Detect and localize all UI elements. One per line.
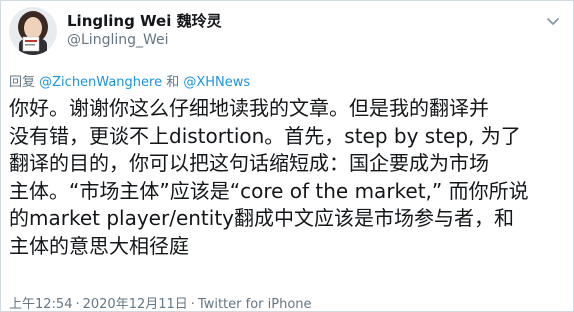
- chevron-down-icon[interactable]: [543, 11, 563, 31]
- tweet-card: Lingling Wei 魏玲灵 @Lingling_Wei 回复 @Ziche…: [0, 0, 574, 312]
- tweet-time[interactable]: 上午12:54: [9, 297, 72, 312]
- reply-conjunction: 和: [166, 75, 180, 90]
- tweet-text-line: 主体的意思大相径庭: [9, 233, 189, 258]
- avatar-photo: [9, 7, 57, 55]
- author-handle[interactable]: @Lingling_Wei: [67, 32, 169, 48]
- reply-context: 回复 @ZichenWanghere 和 @XHNews: [9, 71, 250, 90]
- tweet-text-line: 的market player/entity翻成中文应该是市场参与者，和: [9, 206, 514, 230]
- tweet-text-line: 主体。“市场主体”应该是“core of the market,” 而你所说: [9, 178, 529, 203]
- mention-link[interactable]: @ZichenWanghere: [39, 75, 162, 90]
- tweet-text-line: 翻译的目的，你可以把这句话缩短成：国企要成为市场: [9, 151, 489, 175]
- mention-link[interactable]: @XHNews: [183, 75, 250, 90]
- tweet-meta: 上午12:54 · 2020年12月11日 · Twitter for iPhone: [9, 293, 312, 312]
- tweet-source[interactable]: Twitter for iPhone: [198, 297, 312, 312]
- author-display-name[interactable]: Lingling Wei 魏玲灵: [67, 10, 222, 31]
- meta-separator: ·: [190, 297, 195, 312]
- tweet-text-line: 你好。谢谢你这么仔细地读我的文章。但是我的翻译并: [9, 96, 489, 120]
- tweet-text-line: 没有错，更谈不上distortion。首先，step by step, 为了: [9, 123, 521, 148]
- reply-prefix: 回复: [9, 75, 36, 90]
- meta-separator: ·: [75, 297, 80, 312]
- tweet-date[interactable]: 2020年12月11日: [83, 297, 188, 312]
- tweet-text: 你好。谢谢你这么仔细地读我的文章。但是我的翻译并没有错，更谈不上distorti…: [9, 95, 565, 260]
- avatar[interactable]: [9, 7, 57, 55]
